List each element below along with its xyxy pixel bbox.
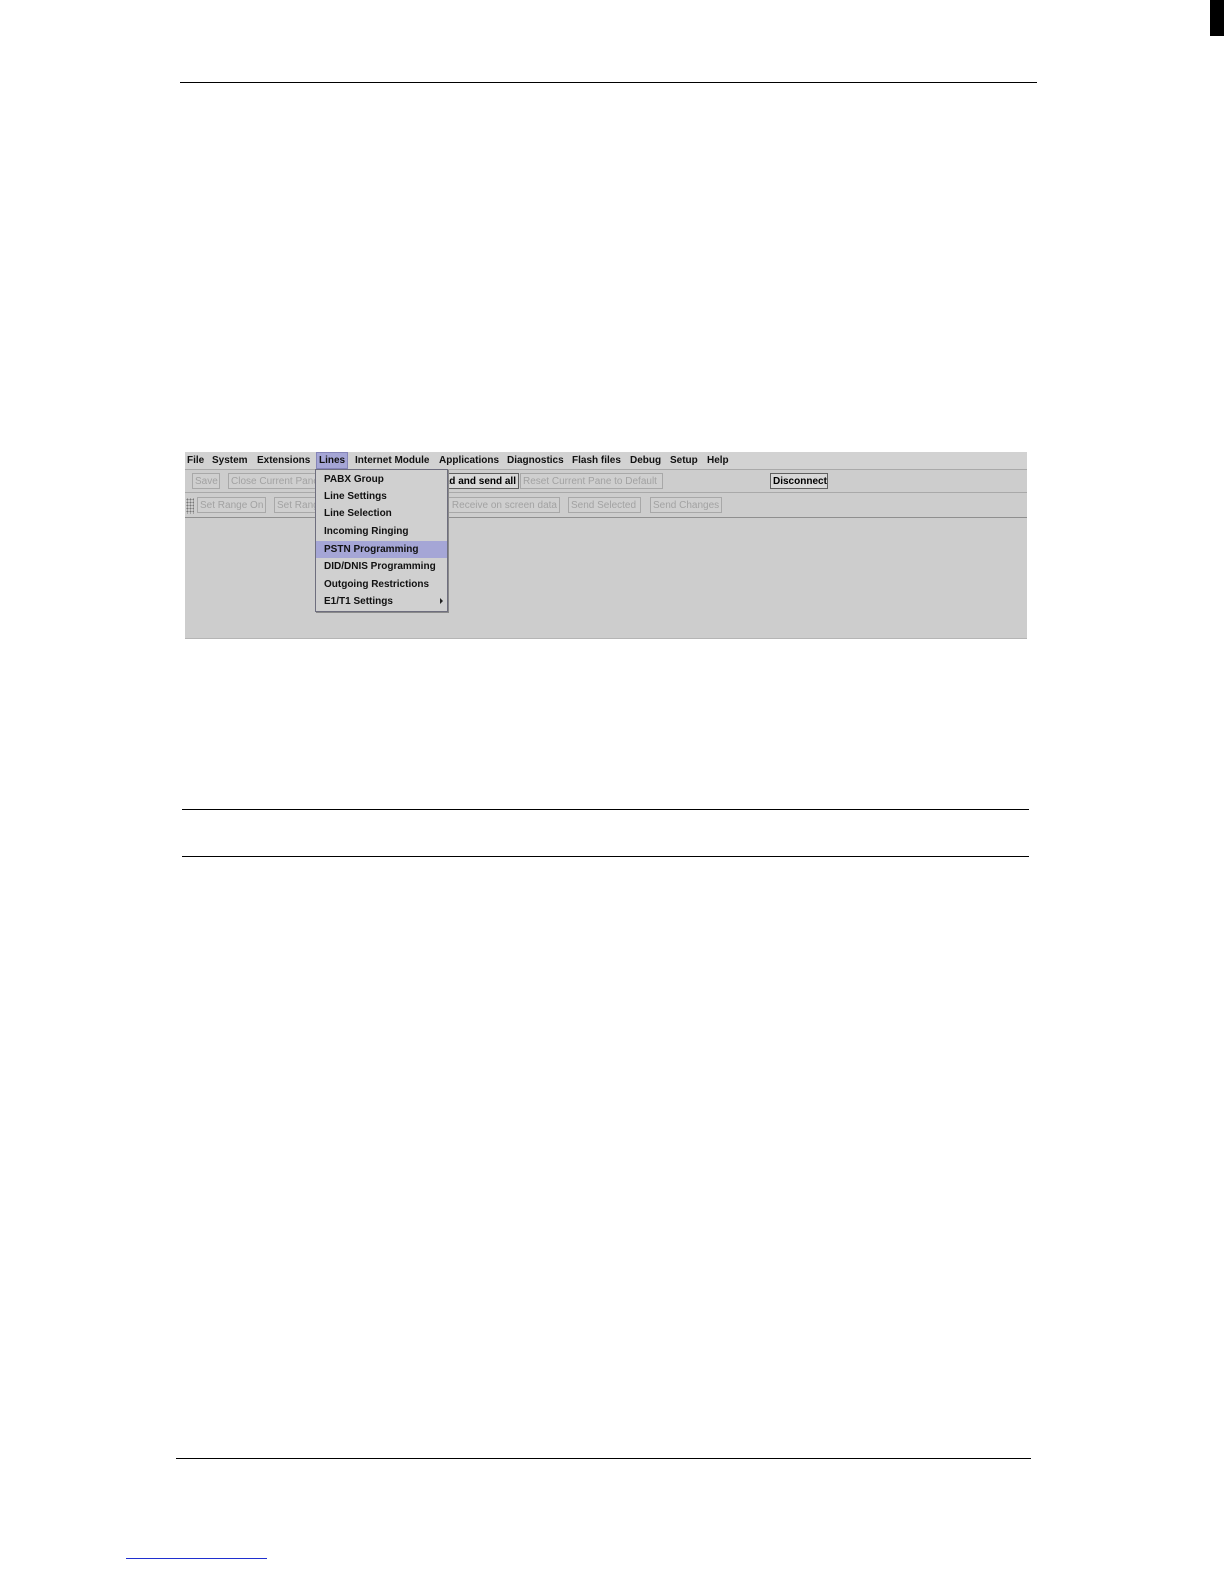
header-rule [180, 82, 1037, 83]
menu-help[interactable]: Help [705, 453, 731, 468]
menu-extensions[interactable]: Extensions [255, 453, 312, 468]
menu-file[interactable]: File [185, 453, 206, 468]
menu-item-did-dnis-programming[interactable]: DID/DNIS Programming [316, 558, 447, 575]
footer-rule [176, 1458, 1031, 1459]
menu-debug[interactable]: Debug [628, 453, 663, 468]
toolbar-primary: Save Close Current Pane Load and send al… [185, 470, 1027, 493]
menu-setup[interactable]: Setup [668, 453, 700, 468]
toolbar-grip-handle[interactable] [186, 498, 194, 514]
save-button[interactable]: Save [192, 473, 220, 489]
menu-internet-module[interactable]: Internet Module [353, 453, 431, 468]
section-rule-bottom [182, 856, 1029, 857]
lines-dropdown-menu: PABX Group Line Settings Line Selection … [315, 469, 448, 612]
send-changes-button[interactable]: Send Changes [650, 497, 722, 513]
menu-diagnostics[interactable]: Diagnostics [505, 453, 566, 468]
menu-item-outgoing-restrictions[interactable]: Outgoing Restrictions [316, 576, 447, 593]
submenu-arrow-icon [440, 598, 443, 604]
toolbar-secondary: Set Range On Set Range Off Receive on sc… [185, 494, 1027, 518]
menu-system[interactable]: System [210, 453, 250, 468]
menu-item-line-selection[interactable]: Line Selection [316, 505, 447, 522]
send-selected-button[interactable]: Send Selected [568, 497, 641, 513]
menu-item-e1-t1-settings-label: E1/T1 Settings [324, 596, 393, 607]
menu-item-e1-t1-settings[interactable]: E1/T1 Settings [316, 593, 447, 610]
menu-item-line-settings[interactable]: Line Settings [316, 488, 447, 505]
menu-lines[interactable]: Lines [316, 452, 349, 469]
section-rule-top [182, 809, 1029, 810]
menu-item-pabx-group[interactable]: PABX Group [316, 471, 447, 488]
page-corner-mark [1210, 0, 1224, 36]
receive-on-screen-data-button[interactable]: Receive on screen data [430, 497, 560, 513]
reset-current-pane-button[interactable]: Reset Current Pane to Default [520, 473, 663, 489]
footer-link-underline[interactable] [126, 1558, 267, 1559]
menu-bar: File System Extensions Lines Internet Mo… [185, 452, 1027, 470]
menu-applications[interactable]: Applications [437, 453, 501, 468]
set-range-on-button[interactable]: Set Range On [197, 497, 266, 513]
menu-item-pstn-programming[interactable]: PSTN Programming [316, 541, 447, 558]
menu-flash-files[interactable]: Flash files [570, 453, 623, 468]
menu-item-incoming-ringing[interactable]: Incoming Ringing [316, 523, 447, 540]
app-window: File System Extensions Lines Internet Mo… [185, 452, 1027, 639]
disconnect-button[interactable]: Disconnect [770, 473, 828, 489]
